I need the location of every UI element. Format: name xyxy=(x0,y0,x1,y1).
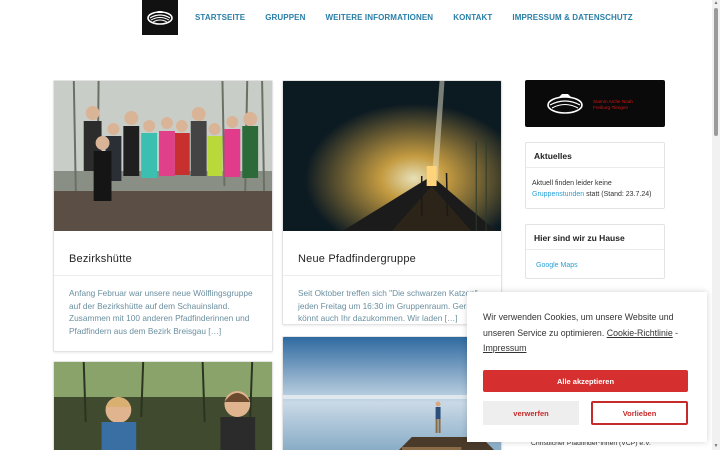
logo-text-line1: Stamm Arche Noah xyxy=(593,99,633,104)
group-photo-image[interactable] xyxy=(54,81,272,231)
widget-title: Hier sind wir zu Hause xyxy=(526,225,664,250)
site-logo[interactable] xyxy=(142,0,178,35)
scroll-up-icon[interactable]: ▲ xyxy=(713,0,719,6)
main-nav: STARTSEITE GRUPPEN WEITERE INFORMATIONEN… xyxy=(195,13,653,22)
cookie-banner: Wir verwenden Cookies, um unsere Website… xyxy=(467,292,707,442)
card-divider xyxy=(283,275,501,276)
post-card: Bezirkshütte Anfang Februar war unsere n… xyxy=(53,80,273,352)
post-excerpt: Anfang Februar war unsere neue Wölflings… xyxy=(69,288,253,336)
cookie-message: Wir verwenden Cookies, um unsere Website… xyxy=(483,310,693,357)
widget-title: Aktuelles xyxy=(526,143,664,168)
location-widget: Hier sind wir zu Hause Google Maps xyxy=(525,224,665,279)
gruppenstunden-link[interactable]: Gruppenstunden xyxy=(532,191,584,198)
widget-body: Aktuell finden leider keine Gruppenstund… xyxy=(526,168,664,200)
night-camp-image[interactable] xyxy=(283,81,501,231)
scroll-down-icon[interactable]: ▼ xyxy=(713,443,719,449)
ark-logo-icon xyxy=(147,10,173,25)
scrollbar-thumb[interactable] xyxy=(714,8,718,136)
deny-button[interactable]: verwerfen xyxy=(483,401,579,425)
nav-impressum-datenschutz[interactable]: IMPRESSUM & DATENSCHUTZ xyxy=(512,13,632,22)
google-maps-link[interactable]: Google Maps xyxy=(536,262,578,269)
post-card xyxy=(53,361,273,450)
aktuelles-text: Aktuell finden leider keine xyxy=(532,180,612,187)
page: STARTSEITE GRUPPEN WEITERE INFORMATIONEN… xyxy=(0,0,720,450)
post-title[interactable]: Bezirkshütte xyxy=(69,253,272,265)
logo-text-line2: Freiburg-Tiengen xyxy=(593,104,629,110)
post-title[interactable]: Neue Pfadfindergruppe xyxy=(298,253,501,265)
site-header: STARTSEITE GRUPPEN WEITERE INFORMATIONEN… xyxy=(0,0,712,40)
aktuelles-text-after: statt (Stand: 23.7.24) xyxy=(584,191,652,198)
sidebar-logo[interactable]: Stamm Arche Noah Freiburg-Tiengen xyxy=(525,80,665,127)
cookie-policy-link[interactable]: Cookie-Richtlinie xyxy=(607,328,673,338)
impressum-link[interactable]: Impressum xyxy=(483,343,527,353)
post-excerpt: Seit Oktober treffen sich "Die schwarzen… xyxy=(298,288,478,324)
accept-all-button[interactable]: Alle akzeptieren xyxy=(483,370,688,392)
post-card: Neue Pfadfindergruppe Seit Oktober treff… xyxy=(282,80,502,325)
aktuelles-widget: Aktuelles Aktuell finden leider keine Gr… xyxy=(525,142,665,209)
nav-weitere-informationen[interactable]: WEITERE INFORMATIONEN xyxy=(325,13,433,22)
ark-logo-icon xyxy=(547,94,583,114)
nav-kontakt[interactable]: KONTAKT xyxy=(453,13,492,22)
nav-startseite[interactable]: STARTSEITE xyxy=(195,13,245,22)
sidebar-logo-text: Stamm Arche Noah Freiburg-Tiengen xyxy=(593,99,633,110)
card-divider xyxy=(54,275,272,276)
preferences-button[interactable]: Vorlieben xyxy=(591,401,688,425)
nav-gruppen[interactable]: GRUPPEN xyxy=(265,13,305,22)
link-separator: - xyxy=(672,327,679,338)
children-outdoor-image[interactable] xyxy=(54,362,272,450)
widget-body: Google Maps xyxy=(526,250,664,271)
